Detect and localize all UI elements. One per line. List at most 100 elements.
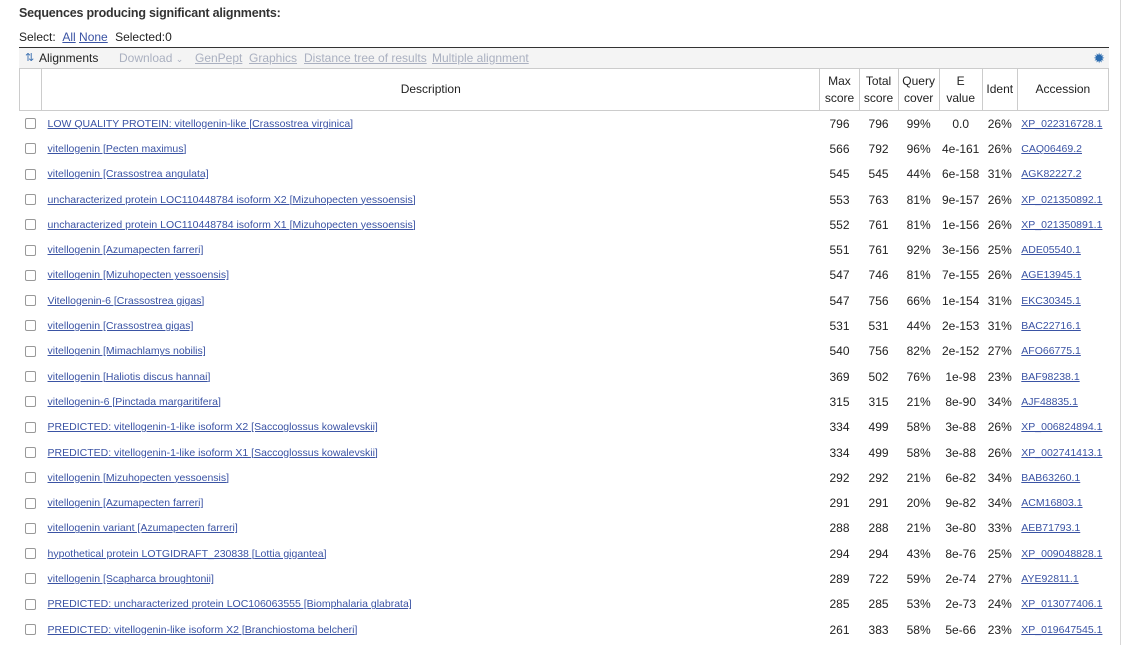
row-checkbox[interactable] xyxy=(25,548,37,560)
description-link[interactable]: PREDICTED: uncharacterized protein LOC10… xyxy=(48,598,412,610)
accession-header[interactable]: Accession xyxy=(1016,68,1110,111)
description-link[interactable]: vitellogenin [Mimachlamys nobilis] xyxy=(48,345,206,357)
description-link[interactable]: vitellogenin [Azumapecten farreri] xyxy=(48,244,204,256)
description-header[interactable]: Description xyxy=(41,68,821,111)
genpept-link[interactable]: GenPept xyxy=(195,51,242,65)
accession-link[interactable]: AGK82227.2 xyxy=(1021,168,1081,180)
accession-cell: BAB63260.1 xyxy=(1017,465,1109,491)
description-link[interactable]: PREDICTED: vitellogenin-1-like isoform X… xyxy=(48,447,378,459)
row-checkbox[interactable] xyxy=(25,421,37,433)
accession-link[interactable]: AGE13945.1 xyxy=(1021,269,1081,281)
description-link[interactable]: vitellogenin variant [Azumapecten farrer… xyxy=(48,522,238,534)
description-cell: LOW QUALITY PROTEIN: vitellogenin-like [… xyxy=(41,110,820,137)
row-checkbox[interactable] xyxy=(25,573,37,585)
row-checkbox[interactable] xyxy=(25,143,37,155)
row-checkbox[interactable] xyxy=(25,371,37,383)
row-checkbox-cell xyxy=(20,187,42,212)
description-link[interactable]: vitellogenin [Azumapecten farreri] xyxy=(48,497,204,509)
evalue-cell: 6e-158 xyxy=(939,161,983,187)
total-score-header[interactable]: Total score xyxy=(858,68,899,111)
row-checkbox[interactable] xyxy=(25,168,37,180)
evalue-header[interactable]: Evalue xyxy=(938,68,983,111)
accession-link[interactable]: XP_013077406.1 xyxy=(1021,598,1102,610)
distance-tree-link[interactable]: Distance tree of results xyxy=(304,51,427,65)
max-score-cell: 294 xyxy=(829,546,850,561)
description-cell: vitellogenin [Scapharca broughtonii] xyxy=(41,566,820,592)
accession-link[interactable]: BAB63260.1 xyxy=(1021,472,1080,484)
row-checkbox-cell xyxy=(20,136,42,161)
ident-cell: 23% xyxy=(982,363,1018,390)
download-button[interactable]: Download ⌄ xyxy=(119,51,183,65)
accession-link[interactable]: XP_022316728.1 xyxy=(1021,118,1102,130)
accession-link[interactable]: CAQ06469.2 xyxy=(1021,143,1082,155)
row-checkbox[interactable] xyxy=(25,219,37,231)
row-checkbox[interactable] xyxy=(25,295,37,307)
accession-link[interactable]: AFO66775.1 xyxy=(1021,345,1081,357)
description-link[interactable]: Vitellogenin-6 [Crassostrea gigas] xyxy=(48,295,205,307)
graphics-link[interactable]: Graphics xyxy=(249,51,297,65)
accession-link[interactable]: BAC22716.1 xyxy=(1021,320,1081,332)
row-checkbox[interactable] xyxy=(25,472,37,484)
description-link[interactable]: PREDICTED: vitellogenin-1-like isoform X… xyxy=(48,421,378,433)
accession-link[interactable]: XP_021350891.1 xyxy=(1021,219,1102,231)
row-checkbox[interactable] xyxy=(25,497,37,509)
description-link[interactable]: vitellogenin [Crassostrea angulata] xyxy=(48,168,209,180)
multiple-alignment-link[interactable]: Multiple alignment xyxy=(432,51,529,65)
accession-link[interactable]: AYE92811.1 xyxy=(1021,573,1078,585)
accession-link[interactable]: AEB71793.1 xyxy=(1021,522,1080,534)
row-checkbox-cell xyxy=(19,515,42,542)
description-link[interactable]: vitellogenin [Mizuhopecten yessoensis] xyxy=(48,472,230,484)
accession-cell: XP_022316728.1 xyxy=(1017,110,1109,137)
description-link[interactable]: vitellogenin [Crassostrea gigas] xyxy=(48,320,194,332)
description-link[interactable]: vitellogenin [Scapharca broughtonii] xyxy=(48,573,214,585)
description-link[interactable]: vitellogenin [Pecten maximus] xyxy=(48,143,187,155)
row-checkbox[interactable] xyxy=(25,118,37,130)
select-none-link[interactable]: None xyxy=(79,30,108,44)
gear-icon[interactable]: ✹ xyxy=(1093,50,1105,67)
alignments-button[interactable]: Alignments xyxy=(39,51,98,65)
row-checkbox[interactable] xyxy=(25,446,37,458)
max-score-header-line2: score xyxy=(824,90,855,105)
description-cell: uncharacterized protein LOC110448784 iso… xyxy=(42,187,820,212)
description-link[interactable]: uncharacterized protein LOC110448784 iso… xyxy=(48,194,416,206)
row-checkbox[interactable] xyxy=(25,522,37,534)
description-link[interactable]: vitellogenin-6 [Pinctada margaritifera] xyxy=(48,396,221,408)
accession-link[interactable]: EKC30345.1 xyxy=(1021,295,1081,307)
accession-link[interactable]: XP_019647545.1 xyxy=(1021,624,1102,636)
row-checkbox[interactable] xyxy=(25,194,37,205)
ident-header[interactable]: Ident xyxy=(981,68,1018,111)
row-checkbox[interactable] xyxy=(25,320,37,332)
accession-link[interactable]: XP_021350892.1 xyxy=(1021,194,1102,206)
query-cover-header[interactable]: Query cover xyxy=(897,68,940,111)
description-link[interactable]: uncharacterized protein LOC110448784 iso… xyxy=(48,219,416,231)
description-link[interactable]: hypothetical protein LOTGIDRAFT_230838 [… xyxy=(48,548,327,560)
description-link[interactable]: PREDICTED: vitellogenin-like isoform X2 … xyxy=(48,624,358,636)
max-score-header[interactable]: Max score xyxy=(819,68,860,111)
select-all-link[interactable]: All xyxy=(62,30,75,44)
total-score-cell: 383 xyxy=(859,616,899,643)
row-checkbox[interactable] xyxy=(25,598,37,610)
sort-icon[interactable]: ⇅ xyxy=(25,51,34,64)
row-checkbox[interactable] xyxy=(25,396,37,408)
description-link[interactable]: vitellogenin [Haliotis discus hannai] xyxy=(48,371,211,383)
ident-cell: 26% xyxy=(987,445,1012,460)
accession-link[interactable]: BAF98238.1 xyxy=(1021,371,1079,383)
row-checkbox[interactable] xyxy=(25,269,37,281)
accession-link[interactable]: ACM16803.1 xyxy=(1021,497,1082,509)
accession-link[interactable]: XP_006824894.1 xyxy=(1021,421,1102,433)
description-link[interactable]: vitellogenin [Mizuhopecten yessoensis] xyxy=(48,269,230,281)
accession-link[interactable]: XP_002741413.1 xyxy=(1021,447,1102,459)
row-checkbox[interactable] xyxy=(25,244,37,256)
max-score-cell: 540 xyxy=(829,344,850,359)
row-checkbox[interactable] xyxy=(25,624,37,636)
max-score-cell: 545 xyxy=(819,161,860,187)
row-checkbox[interactable] xyxy=(25,345,37,357)
total-score-cell: 761 xyxy=(859,212,899,238)
accession-link[interactable]: ADE05540.1 xyxy=(1021,244,1081,256)
query-cover-header-line1: Query xyxy=(902,73,935,88)
evalue-cell: 2e-73 xyxy=(945,597,977,612)
accession-link[interactable]: XP_009048828.1 xyxy=(1021,548,1102,560)
accession-link[interactable]: AJF48835.1 xyxy=(1021,396,1078,408)
description-link[interactable]: LOW QUALITY PROTEIN: vitellogenin-like [… xyxy=(48,118,354,130)
total-score-cell: 531 xyxy=(859,313,899,339)
